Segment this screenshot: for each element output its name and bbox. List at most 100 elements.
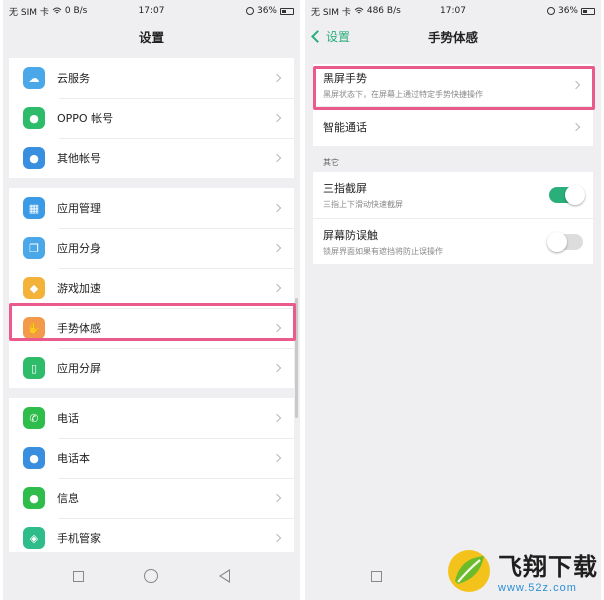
chevron-right-icon	[272, 363, 282, 373]
clone-icon: ❐	[23, 237, 45, 259]
settings-item[interactable]: ☁ 云服务	[9, 58, 294, 98]
settings-item-label: 其他帐号	[57, 152, 101, 165]
title-bar: 设置 手势体感	[305, 22, 601, 50]
home-icon[interactable]	[144, 569, 159, 583]
toggle-knob	[547, 231, 567, 252]
toggle-knob	[565, 185, 585, 205]
settings-item[interactable]: ✋ 手势体感	[9, 308, 294, 348]
settings-item[interactable]: ▦ 应用管理	[9, 188, 294, 228]
battery-percent: 36%	[256, 6, 277, 16]
black-screen-gesture-item[interactable]: 黑屏手势 黑屏状态下，在屏幕上通过特定手势快捷操作	[313, 64, 593, 106]
back-label: 设置	[326, 30, 351, 44]
battery-percent: 36%	[557, 6, 578, 16]
battery-icon	[280, 7, 294, 15]
item-subtitle: 锁屏界面如果有遮挡将防止误操作	[323, 246, 443, 256]
page-title: 设置	[3, 22, 300, 50]
smart-call-item[interactable]: 智能通话	[313, 106, 593, 146]
item-subtitle: 黑屏状态下，在屏幕上通过特定手势快捷操作	[323, 90, 483, 99]
item-title: 智能通话	[323, 120, 367, 134]
settings-group: ▦ 应用管理 ❐ 应用分身 ◆ 游戏加速 ✋ 手势体感 ▯ 应用分屏	[9, 188, 294, 388]
chevron-right-icon	[272, 453, 282, 463]
settings-item-label: 应用管理	[57, 202, 101, 215]
item-subtitle: 三指上下滑动快速截屏	[323, 200, 403, 209]
chevron-right-icon	[272, 243, 282, 253]
item-title: 黑屏手势	[323, 72, 367, 85]
three-finger-screenshot-item[interactable]: 三指截屏 三指上下滑动快速截屏	[313, 172, 593, 218]
chevron-right-icon	[272, 73, 282, 83]
person-icon: ●	[23, 107, 45, 129]
recent-apps-icon[interactable]	[73, 570, 85, 582]
scrollbar[interactable]	[295, 298, 298, 418]
chevron-right-icon	[272, 203, 282, 213]
chevron-right-icon	[272, 493, 282, 503]
settings-item-label: 信息	[57, 492, 79, 505]
rotation-lock-icon	[546, 7, 555, 15]
status-bar: 无 SIM 卡 0 B/s 36%	[3, 0, 300, 22]
page-title: 手势体感	[427, 29, 478, 45]
battery-icon	[581, 7, 595, 15]
phone-icon: ✆	[23, 407, 45, 429]
gamepad-icon: ◆	[23, 277, 45, 299]
wifi-icon	[52, 7, 62, 14]
toggle-switch[interactable]	[547, 231, 583, 252]
item-title: 三指截屏	[323, 182, 367, 195]
settings-item-label: 手机管家	[57, 532, 101, 545]
watermark-logo: 飞翔下载 www.52z.com	[446, 547, 598, 594]
settings-item[interactable]: ● OPPO 帐号	[9, 98, 294, 138]
nav-bar	[3, 552, 300, 600]
section-header: 其它	[323, 157, 339, 167]
settings-screen: 无 SIM 卡 0 B/s 36% 17:07 设置 ☁ 云服务 ● OPPO 帐号 ●…	[3, 0, 300, 600]
settings-item-label: 云服务	[57, 72, 90, 85]
settings-item[interactable]: ● 其他帐号	[9, 138, 294, 178]
person-icon: ●	[23, 147, 45, 169]
split-screen-icon: ▯	[23, 357, 45, 379]
chevron-right-icon	[571, 122, 581, 131]
back-icon[interactable]	[218, 569, 230, 583]
settings-item[interactable]: ● 信息	[9, 478, 294, 518]
message-icon: ●	[23, 487, 45, 509]
cloud-icon: ☁	[23, 67, 45, 89]
shield-icon: ◈	[23, 527, 45, 549]
settings-item[interactable]: ❐ 应用分身	[9, 228, 294, 268]
back-button[interactable]: 设置	[311, 28, 351, 45]
gesture-settings-screen: 无 SIM 卡 486 B/s 36% 17:07 设置 手势体感 黑屏手势 黑…	[305, 0, 601, 600]
settings-item-label: 应用分身	[57, 242, 101, 255]
watermark-title: 飞翔下载	[498, 553, 598, 581]
recent-apps-icon[interactable]	[371, 570, 382, 582]
carrier-text: 无 SIM 卡	[9, 7, 49, 18]
settings-item-label: 手势体感	[57, 322, 101, 335]
item-title: 屏幕防误触	[323, 228, 378, 242]
settings-item-label: 电话本	[57, 452, 90, 465]
rotation-lock-icon	[245, 7, 254, 15]
settings-item-label: 应用分屏	[57, 362, 101, 375]
status-bar: 无 SIM 卡 486 B/s 36%	[305, 0, 601, 22]
anti-mistouch-item[interactable]: 屏幕防误触 锁屏界面如果有遮挡将防止误操作	[313, 218, 593, 264]
settings-item[interactable]: ● 电话本	[9, 438, 294, 478]
hand-icon: ✋	[23, 317, 45, 339]
grid-icon: ▦	[23, 197, 45, 219]
settings-item[interactable]: ▯ 应用分屏	[9, 348, 294, 388]
chevron-left-icon	[311, 30, 324, 43]
settings-group: ☁ 云服务 ● OPPO 帐号 ● 其他帐号	[9, 58, 294, 178]
leaf-logo-icon	[448, 549, 490, 592]
watermark-url: www.52z.com	[498, 582, 577, 594]
chevron-right-icon	[272, 533, 282, 543]
net-speed: 486 B/s	[366, 6, 401, 16]
settings-list: ☁ 云服务 ● OPPO 帐号 ● 其他帐号 ▦ 应用管理 ❐ 应用分身 ◆ 游戏加速 ✋ 手势体感 ▯ 应用…	[3, 50, 300, 558]
chevron-right-icon	[272, 153, 282, 163]
settings-item[interactable]: ◆ 游戏加速	[9, 268, 294, 308]
settings-item-label: OPPO 帐号	[57, 112, 114, 125]
chevron-right-icon	[272, 323, 282, 333]
settings-item-label: 游戏加速	[57, 282, 101, 295]
chevron-right-icon	[272, 113, 282, 123]
contacts-icon: ●	[23, 447, 45, 469]
carrier-text: 无 SIM 卡	[311, 7, 351, 18]
toggle-switch[interactable]	[549, 185, 585, 205]
chevron-right-icon	[272, 283, 282, 293]
net-speed: 0 B/s	[64, 6, 88, 16]
wifi-icon	[354, 7, 364, 14]
settings-group: ✆ 电话 ● 电话本 ● 信息 ◈ 手机管家	[9, 398, 294, 558]
chevron-right-icon	[272, 413, 282, 423]
chevron-right-icon	[571, 80, 581, 90]
settings-item[interactable]: ✆ 电话	[9, 398, 294, 438]
